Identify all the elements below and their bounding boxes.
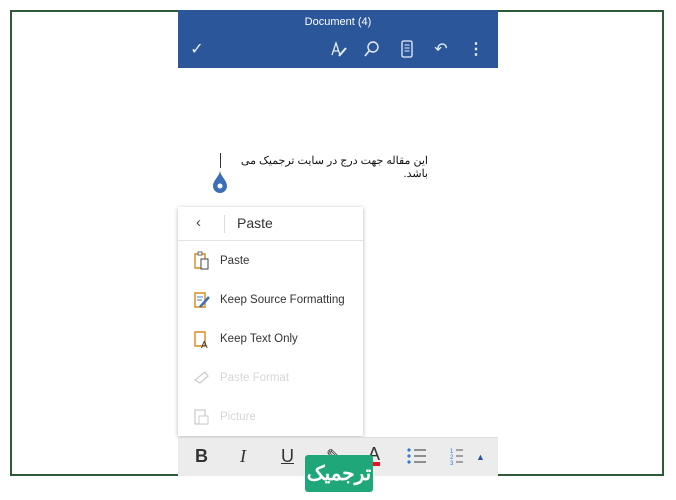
paste-option-label: Paste	[220, 255, 250, 267]
svg-text:A: A	[201, 340, 208, 349]
word-app: Document (4) ✓ ↶ ⋮ این مقاله جهت درج در …	[178, 10, 498, 476]
keep-text-only-option[interactable]: A Keep Text Only	[178, 321, 363, 357]
paste-format-label: Paste Format	[220, 372, 290, 384]
paste-menu-title: Paste	[237, 215, 273, 231]
keep-source-formatting-option[interactable]: Keep Source Formatting	[178, 282, 363, 318]
bullet-list-icon[interactable]	[406, 446, 428, 471]
reading-view-icon[interactable]	[396, 38, 418, 60]
undo-icon[interactable]: ↶	[430, 38, 452, 60]
search-icon[interactable]	[361, 38, 383, 60]
paste-menu-header: ‹ Paste	[178, 207, 363, 241]
keep-text-only-label: Keep Text Only	[220, 333, 298, 345]
italic-button[interactable]: I	[240, 446, 246, 467]
format-painter-icon	[193, 371, 209, 384]
clipboard-brush-icon	[194, 292, 210, 308]
clipboard-text-icon: A	[194, 331, 208, 349]
underline-button[interactable]: U	[281, 446, 294, 467]
paste-format-option[interactable]: Paste Format	[178, 360, 363, 396]
picture-option[interactable]: Picture	[178, 399, 363, 435]
expand-toolbar-icon[interactable]: ▲	[476, 452, 485, 462]
numbered-list-icon[interactable]: 123	[450, 446, 464, 471]
text-cursor	[220, 153, 221, 168]
divider	[224, 215, 225, 233]
checkmark-icon[interactable]: ✓	[186, 38, 208, 60]
keep-source-formatting-label: Keep Source Formatting	[220, 294, 345, 306]
document-text[interactable]: این مقاله جهت درج در سایت ترجمیک می باشد…	[218, 154, 428, 180]
clipboard-picture-icon	[194, 409, 209, 425]
paste-menu: ‹ Paste Paste Keep Source Formatting A K…	[178, 207, 363, 436]
clipboard-icon	[194, 251, 209, 270]
picture-label: Picture	[220, 411, 256, 423]
app-header: Document (4) ✓ ↶ ⋮	[178, 10, 498, 68]
spelling-pen-icon[interactable]	[328, 38, 350, 60]
more-options-icon[interactable]: ⋮	[465, 38, 487, 60]
document-title: Document (4)	[304, 16, 372, 28]
paste-option[interactable]: Paste	[178, 243, 363, 279]
selection-handle-icon[interactable]	[212, 170, 228, 199]
back-chevron-icon[interactable]: ‹	[196, 214, 201, 231]
svg-text:3: 3	[450, 461, 454, 466]
bold-button[interactable]: B	[195, 446, 208, 467]
tarjomic-watermark-logo: ترجمیک	[305, 455, 373, 492]
